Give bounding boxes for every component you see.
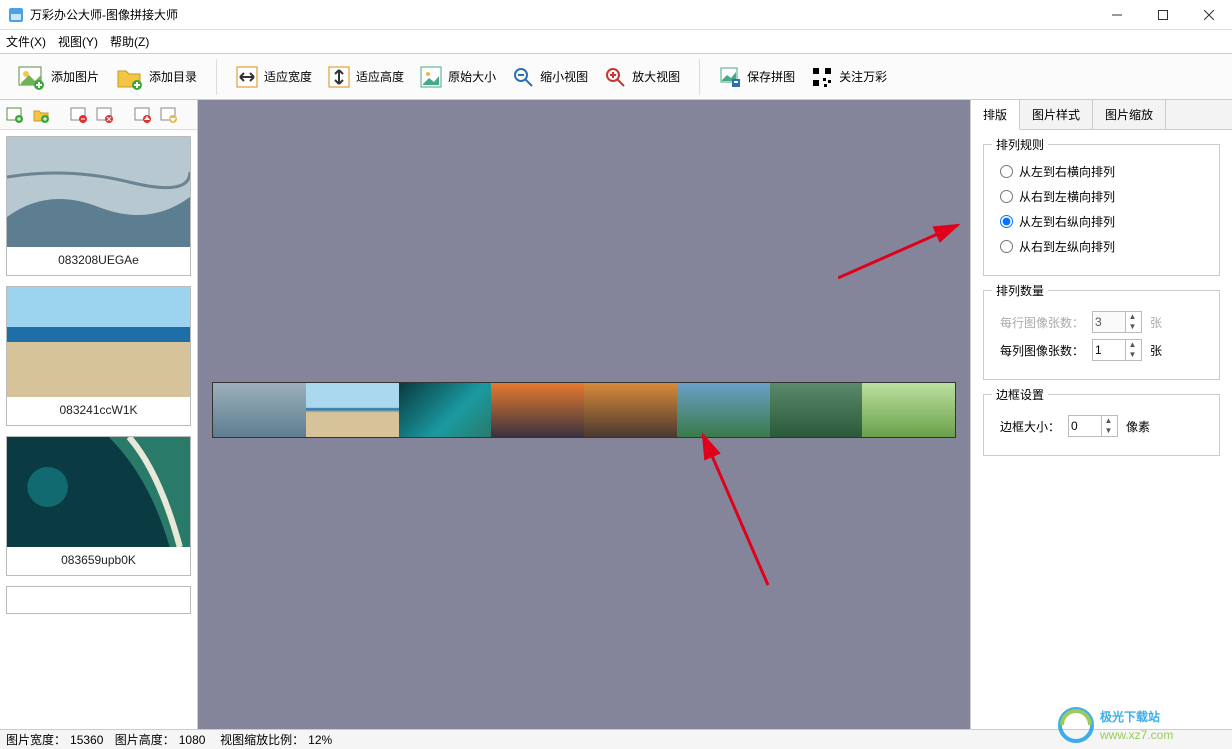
group-arrange-rules: 排列规则 从左到右横向排列 从右到左横向排列 从左到右纵向排列 从右到左纵向排列 — [983, 144, 1220, 276]
statusbar: 图片宽度： 15360 图片高度： 1080 视图缩放比例： 12% — [0, 729, 1232, 749]
thumb-add-image-button[interactable] — [4, 104, 26, 126]
group-legend: 排列数量 — [992, 282, 1048, 299]
minimize-button[interactable] — [1094, 0, 1140, 30]
add-folder-button[interactable]: 添加目录 — [108, 58, 204, 96]
thumbnail-caption: 083208UEGAe — [7, 247, 190, 275]
thumbnail-item[interactable] — [6, 586, 191, 614]
canvas[interactable] — [198, 100, 970, 729]
per-row-input: ▲▼ — [1092, 311, 1142, 333]
thumbnail-item[interactable]: 083659upb0K — [6, 436, 191, 576]
thumb-add-folder-button[interactable] — [30, 104, 52, 126]
titlebar: 万彩办公大师-图像拼接大师 — [0, 0, 1232, 30]
thumb-remove-button[interactable] — [68, 104, 90, 126]
toolbar-label: 添加图片 — [51, 68, 99, 85]
thumb-move-down-button[interactable] — [158, 104, 180, 126]
thumbnail-toolbar — [0, 100, 197, 130]
toolbar-label: 放大视图 — [632, 68, 680, 85]
thumbnail-caption: 083659upb0K — [7, 547, 190, 575]
status-height-label: 图片高度： — [115, 731, 175, 748]
zoom-out-button[interactable]: 缩小视图 — [505, 61, 595, 93]
add-image-button[interactable]: 添加图片 — [10, 58, 106, 96]
radio-ltr-vertical[interactable]: 从左到右纵向排列 — [1000, 213, 1209, 230]
annotation-arrow-icon — [838, 220, 968, 280]
thumbnail-image — [7, 137, 190, 247]
spin-down-icon[interactable]: ▼ — [1101, 426, 1115, 436]
window-title: 万彩办公大师-图像拼接大师 — [30, 6, 1094, 23]
maximize-button[interactable] — [1140, 0, 1186, 30]
tab-zoom[interactable]: 图片缩放 — [1093, 100, 1166, 129]
toolbar-label: 缩小视图 — [540, 68, 588, 85]
border-size-field: 边框大小： ▲▼ 像素 — [1000, 415, 1209, 437]
per-col-field: 每列图像张数： ▲▼ 张 — [1000, 339, 1209, 361]
group-legend: 边框设置 — [992, 386, 1048, 403]
toolbar: 添加图片 添加目录 适应宽度 适应高度 原始大小 缩小视图 放大视图 — [0, 54, 1232, 100]
thumb-move-up-button[interactable] — [132, 104, 154, 126]
about-button[interactable]: 关注万彩 — [804, 61, 894, 93]
radio-ltr-horizontal[interactable]: 从左到右横向排列 — [1000, 163, 1209, 180]
toolbar-label: 适应宽度 — [264, 68, 312, 85]
radio-rtl-vertical[interactable]: 从右到左纵向排列 — [1000, 238, 1209, 255]
image-add-icon — [17, 63, 45, 91]
status-zoom-label: 视图缩放比例： — [220, 731, 304, 748]
per-row-field: 每行图像张数： ▲▼ 张 — [1000, 311, 1209, 333]
save-icon — [719, 66, 741, 88]
status-height-value: 1080 — [179, 733, 206, 747]
close-button[interactable] — [1186, 0, 1232, 30]
thumbnail-item[interactable]: 083208UEGAe — [6, 136, 191, 276]
original-size-icon — [420, 66, 442, 88]
tab-layout[interactable]: 排版 — [971, 100, 1020, 130]
separator — [699, 59, 700, 95]
save-button[interactable]: 保存拼图 — [712, 61, 802, 93]
spin-down-icon[interactable]: ▼ — [1125, 350, 1139, 360]
fit-height-button[interactable]: 适应高度 — [321, 61, 411, 93]
original-size-button[interactable]: 原始大小 — [413, 61, 503, 93]
annotation-arrow-icon — [698, 430, 778, 590]
properties-panel: 排版 图片样式 图片缩放 排列规则 从左到右横向排列 从右到左横向排列 从左到右… — [970, 100, 1232, 729]
toolbar-label: 添加目录 — [149, 68, 197, 85]
zoom-out-icon — [512, 66, 534, 88]
zoom-in-button[interactable]: 放大视图 — [597, 61, 687, 93]
thumb-remove-all-button[interactable] — [94, 104, 116, 126]
spin-up-icon[interactable]: ▲ — [1125, 340, 1139, 350]
tab-style[interactable]: 图片样式 — [1020, 100, 1093, 129]
thumbnail-image — [7, 287, 190, 397]
thumbnail-image — [7, 437, 190, 547]
group-border: 边框设置 边框大小： ▲▼ 像素 — [983, 394, 1220, 456]
menubar: 文件(X) 视图(Y) 帮助(Z) — [0, 30, 1232, 54]
stitched-preview — [212, 382, 956, 438]
thumbnail-caption: 083241ccW1K — [7, 397, 190, 425]
spin-up-icon[interactable]: ▲ — [1101, 416, 1115, 426]
separator — [216, 59, 217, 95]
fit-width-button[interactable]: 适应宽度 — [229, 61, 319, 93]
menu-file[interactable]: 文件(X) — [6, 33, 46, 50]
thumbnail-list[interactable]: 083208UEGAe 083241ccW1K 083659upb0K — [0, 130, 197, 729]
qr-icon — [811, 66, 833, 88]
toolbar-label: 保存拼图 — [747, 68, 795, 85]
folder-add-icon — [115, 63, 143, 91]
fit-width-icon — [236, 66, 258, 88]
status-zoom-value: 12% — [308, 733, 332, 747]
per-col-input[interactable]: ▲▼ — [1092, 339, 1142, 361]
group-legend: 排列规则 — [992, 136, 1048, 153]
fit-height-icon — [328, 66, 350, 88]
border-size-input[interactable]: ▲▼ — [1068, 415, 1118, 437]
thumbnail-panel: 083208UEGAe 083241ccW1K 083659upb0K — [0, 100, 198, 729]
status-width-label: 图片宽度： — [6, 731, 66, 748]
app-icon — [8, 7, 24, 23]
group-arrange-count: 排列数量 每行图像张数： ▲▼ 张 每列图像张数： ▲▼ 张 — [983, 290, 1220, 380]
menu-view[interactable]: 视图(Y) — [58, 33, 98, 50]
toolbar-label: 原始大小 — [448, 68, 496, 85]
toolbar-label: 关注万彩 — [839, 68, 887, 85]
toolbar-label: 适应高度 — [356, 68, 404, 85]
radio-rtl-horizontal[interactable]: 从右到左横向排列 — [1000, 188, 1209, 205]
properties-tabs: 排版 图片样式 图片缩放 — [971, 100, 1232, 130]
menu-help[interactable]: 帮助(Z) — [110, 33, 149, 50]
status-width-value: 15360 — [70, 733, 103, 747]
zoom-in-icon — [604, 66, 626, 88]
thumbnail-item[interactable]: 083241ccW1K — [6, 286, 191, 426]
